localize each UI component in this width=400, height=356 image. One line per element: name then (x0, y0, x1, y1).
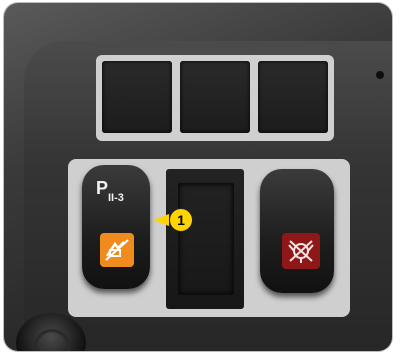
blank-switch-cover (102, 61, 172, 133)
diff-lock-lamp (282, 233, 320, 269)
blank-switch-cover (180, 61, 250, 133)
callout-pointer (153, 214, 169, 226)
slot-recess (178, 183, 234, 295)
pto-warning-lamp (100, 233, 134, 267)
top-switch-panel (96, 55, 334, 141)
photo-frame: P II-3 1 (4, 3, 392, 351)
bottom-switch-panel: P II-3 (68, 159, 350, 317)
pto-symbol-letter: P (96, 178, 109, 198)
differential-lock-rocker-switch[interactable] (260, 169, 334, 293)
empty-switch-slot (166, 169, 244, 309)
pto-symbol-speed: II-3 (108, 192, 124, 204)
knob-ring (34, 329, 70, 351)
screw-hole (376, 71, 384, 79)
callout-number-badge: 1 (169, 208, 193, 232)
diff-lock-disabled-icon (288, 240, 314, 263)
pto-disabled-icon (105, 239, 129, 261)
blank-switch-cover (258, 61, 328, 133)
pto-rocker-switch[interactable]: P II-3 (82, 165, 150, 289)
